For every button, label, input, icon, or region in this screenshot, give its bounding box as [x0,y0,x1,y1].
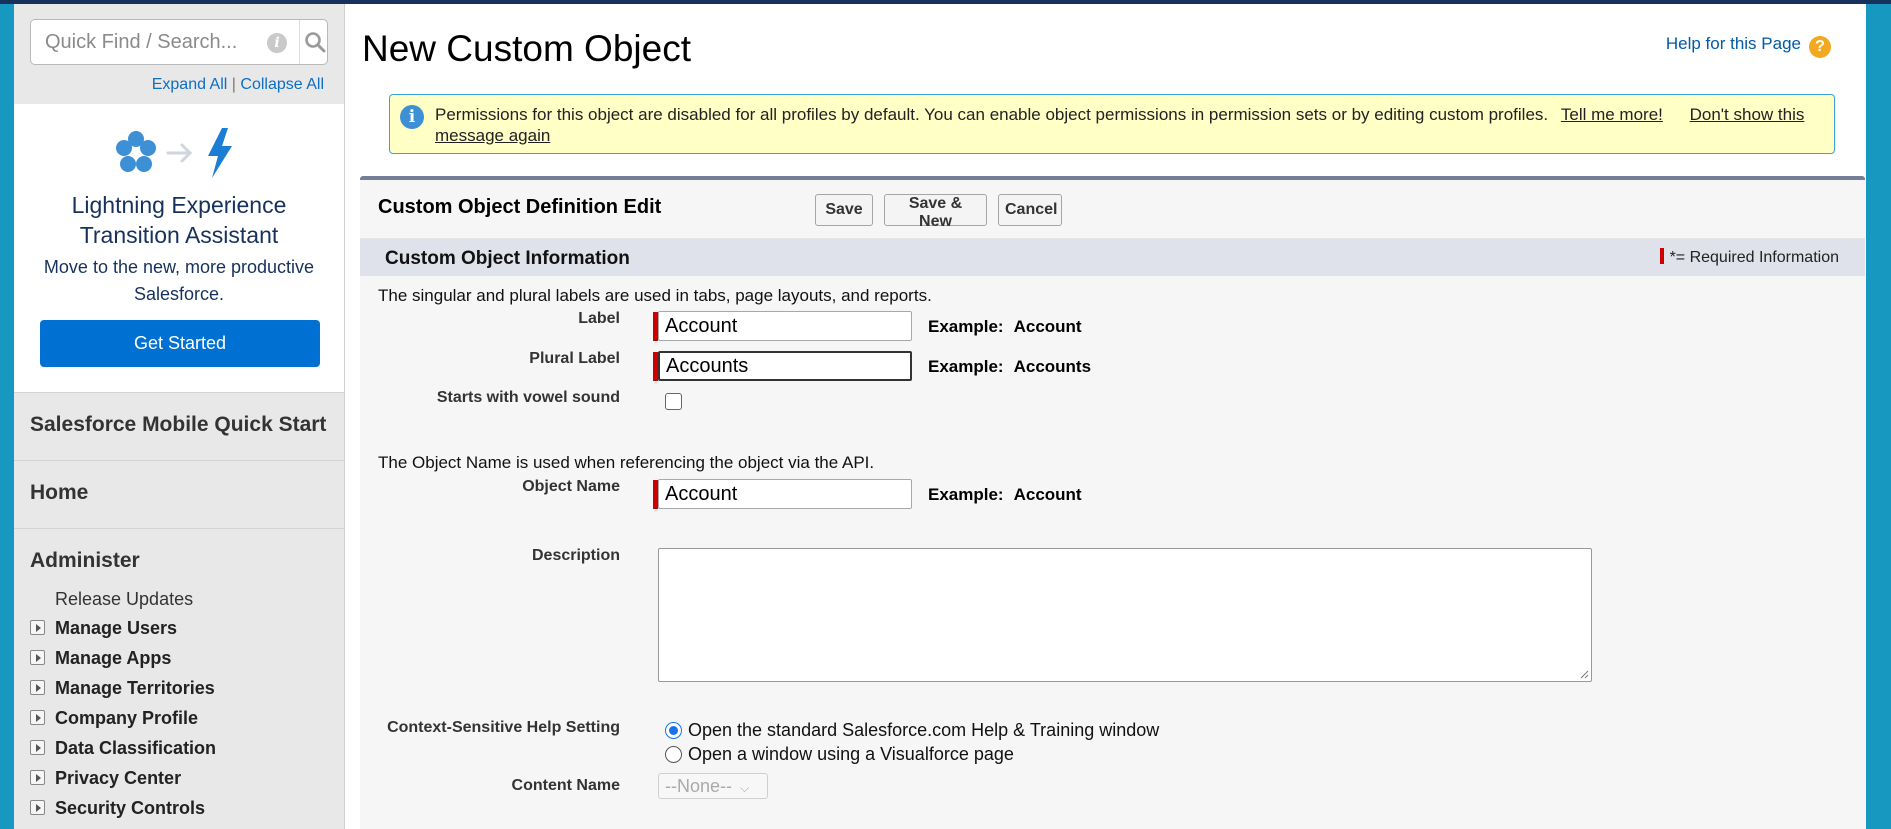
expand-all-link[interactable]: Expand All [152,76,228,93]
lex-card-title: Lightning Experience Transition Assistan… [71,192,287,248]
get-started-button[interactable]: Get Started [40,320,320,367]
tell-me-more-link[interactable]: Tell me more! [1561,105,1663,124]
release-updates-link[interactable]: Release Updates [55,589,193,610]
labels-help-text: The singular and plural labels are used … [378,286,932,305]
lightning-migration-icons [116,128,232,178]
help-question-icon[interactable]: ? [1809,36,1831,58]
nav-mobile-quick-start[interactable]: Salesforce Mobile Quick Start [14,392,344,460]
content-name-field-label: Content Name [511,777,620,794]
message-text: Permissions for this object are disabled… [435,105,1805,145]
object-name-input[interactable] [658,479,912,509]
help-option-visualforce[interactable]: Open a window using a Visualforce page [665,744,1014,765]
expand-toggle-icon[interactable] [30,680,45,695]
plural-label-field-label: Plural Label [529,350,620,367]
plural-label-example: Example: Accounts [928,357,1092,376]
info-icon[interactable]: i [267,33,287,53]
section-header: Custom Object Information *= Required In… [360,238,1865,276]
description-textarea[interactable] [658,548,1592,682]
label-input[interactable] [658,311,912,341]
plural-label-input[interactable] [658,351,912,381]
nav-administer[interactable]: Administer [14,528,344,598]
main-content: New Custom Object Help for this Page? i … [345,4,1866,829]
description-field-label: Description [531,547,620,564]
search-button[interactable] [299,20,329,64]
help-for-page-link[interactable]: Help for this Page? [1666,34,1831,58]
tree-manage-apps[interactable]: Manage Apps [30,648,171,669]
tree-security-controls[interactable]: Security Controls [30,798,205,819]
expand-collapse-links: Expand All | Collapse All [152,76,324,94]
lex-card-subtitle: Move to the new, more productive Salesfo… [43,257,315,304]
chevron-down-icon: ⌵ [740,781,750,795]
save-button[interactable]: Save [815,194,873,226]
save-and-new-button[interactable]: Save & New [884,194,987,230]
permissions-info-message: i Permissions for this object are disabl… [389,94,1835,154]
help-setting-field-label: Context-Sensitive Help Setting [387,719,620,736]
tree-manage-users[interactable]: Manage Users [30,618,177,639]
vowel-sound-field-label: Starts with vowel sound [436,389,620,406]
required-marker [1659,248,1664,264]
label-example: Example: Account [928,317,1082,336]
tree-privacy-center[interactable]: Privacy Center [30,768,181,789]
help-option-standard[interactable]: Open the standard Salesforce.com Help & … [665,720,1159,741]
required-info-legend: *= Required Information [1659,248,1839,267]
quick-find-input[interactable] [31,20,281,64]
link-separator: | [231,76,236,93]
expand-toggle-icon[interactable] [30,800,45,815]
lightning-bolt-icon [208,128,232,178]
panel-title: Custom Object Definition Edit [378,196,662,218]
page-title: New Custom Object [362,28,691,69]
radio-unselected-icon[interactable] [665,746,682,763]
custom-object-edit-panel: Custom Object Definition Edit Save Save … [360,176,1865,829]
section-title: Custom Object Information [385,248,630,269]
cancel-button[interactable]: Cancel [998,194,1062,226]
object-name-field-label: Object Name [522,478,620,495]
expand-toggle-icon[interactable] [30,620,45,635]
collapse-all-link[interactable]: Collapse All [240,76,324,93]
content-name-select[interactable]: --None-- ⌵ [658,773,768,799]
quick-find-box: i [30,19,328,65]
radio-selected-icon[interactable] [665,722,682,739]
resize-grip-icon[interactable] [1579,669,1589,679]
vowel-sound-checkbox[interactable] [665,393,682,410]
expand-toggle-icon[interactable] [30,650,45,665]
arrow-right-icon [166,143,193,163]
setup-sidebar: i Expand All | Collapse All Lightning Ex… [14,4,344,829]
expand-toggle-icon[interactable] [30,740,45,755]
nav-home[interactable]: Home [14,460,344,528]
info-icon: i [400,105,424,129]
expand-toggle-icon[interactable] [30,770,45,785]
object-name-example: Example: Account [928,485,1082,504]
label-field-label: Label [578,310,620,327]
expand-toggle-icon[interactable] [30,710,45,725]
search-icon [305,32,326,53]
classic-flower-icon [116,131,156,172]
lightning-transition-card: Lightning Experience Transition Assistan… [14,104,344,392]
tree-company-profile[interactable]: Company Profile [30,708,198,729]
tree-data-classification[interactable]: Data Classification [30,738,216,759]
api-help-text: The Object Name is used when referencing… [378,453,875,472]
tree-manage-territories[interactable]: Manage Territories [30,678,215,699]
